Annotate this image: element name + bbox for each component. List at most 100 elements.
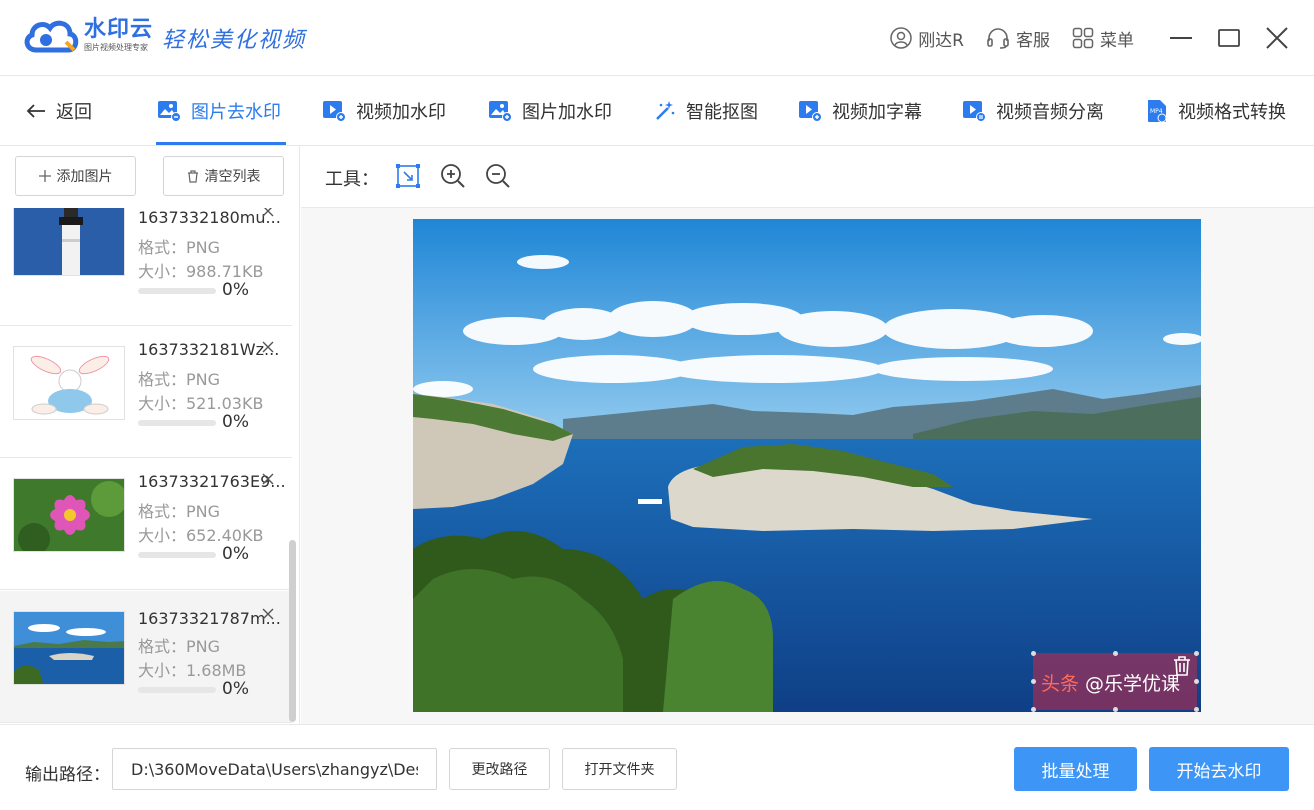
file-thumbnail bbox=[13, 611, 125, 685]
file-thumbnail bbox=[13, 346, 125, 420]
tab-image-add-watermark[interactable]: 图片加水印 bbox=[488, 98, 612, 124]
remove-file-icon[interactable] bbox=[261, 340, 275, 354]
zoom-out-button[interactable] bbox=[484, 162, 512, 190]
file-progress-label: 0% bbox=[222, 544, 249, 564]
fit-window-icon bbox=[396, 164, 420, 188]
preview-image[interactable]: 头条 @乐学优课 bbox=[413, 219, 1201, 712]
back-label: 返回 bbox=[56, 102, 92, 123]
user-name: 刚达R bbox=[918, 30, 964, 51]
menu-button[interactable]: 菜单 bbox=[1072, 26, 1134, 51]
maximize-icon bbox=[1218, 29, 1240, 47]
resize-handle[interactable] bbox=[1113, 707, 1118, 712]
video-subtitle-icon bbox=[799, 101, 822, 122]
resize-handle[interactable] bbox=[1031, 679, 1036, 684]
file-format: 格式：PNG bbox=[138, 370, 221, 389]
tab-label: 视频音频分离 bbox=[996, 102, 1104, 123]
tools-label: 工具： bbox=[325, 169, 379, 190]
zoom-out-icon bbox=[486, 164, 510, 188]
file-name: 1637332181Wz... bbox=[138, 340, 280, 359]
open-folder-button[interactable]: 打开文件夹 bbox=[562, 748, 677, 790]
resize-handle[interactable] bbox=[1194, 651, 1199, 656]
file-list-item[interactable]: 1637332181Wz... 格式：PNG 大小：521.03KB 0% bbox=[0, 326, 292, 458]
file-progress-label: 0% bbox=[222, 679, 249, 699]
cloud-logo-icon bbox=[24, 20, 79, 53]
minimize-icon bbox=[1170, 37, 1192, 39]
app-logo: 水印云 图片视频处理专家 bbox=[22, 16, 153, 56]
fit-to-window-button[interactable] bbox=[394, 162, 422, 190]
add-image-label: 添加图片 bbox=[56, 169, 113, 185]
file-name: 16373321787m... bbox=[138, 609, 281, 628]
headset-icon bbox=[987, 28, 1009, 49]
tab-label: 视频加水印 bbox=[356, 102, 446, 123]
resize-handle[interactable] bbox=[1194, 679, 1199, 684]
user-account-button[interactable]: 刚达R bbox=[890, 26, 964, 51]
tab-label: 图片加水印 bbox=[522, 102, 612, 123]
magic-wand-icon bbox=[656, 101, 675, 120]
batch-process-button[interactable]: 批量处理 bbox=[1014, 747, 1137, 791]
add-image-button[interactable]: 添加图片 bbox=[15, 156, 136, 196]
clear-list-button[interactable]: 清空列表 bbox=[163, 156, 284, 196]
watermark-selection[interactable]: 头条 @乐学优课 bbox=[1031, 651, 1199, 712]
tab-label: 视频加字幕 bbox=[832, 102, 922, 123]
file-thumbnail bbox=[13, 478, 125, 552]
tab-smart-cutout[interactable]: 智能抠图 bbox=[654, 98, 758, 124]
app-window: 水印云 图片视频处理专家 轻松美化视频 刚达R 客服 菜单 返回 图片去水印 视… bbox=[0, 0, 1314, 810]
arrow-left-icon bbox=[26, 104, 45, 118]
minimize-button[interactable] bbox=[1158, 15, 1204, 61]
resize-handle[interactable] bbox=[1113, 651, 1118, 656]
tab-label: 视频格式转换 bbox=[1178, 102, 1286, 123]
file-list-item[interactable]: 16373321763E9... 格式：PNG 大小：652.40KB 0% bbox=[0, 458, 292, 590]
file-progress-label: 0% bbox=[222, 280, 249, 300]
delete-selection-icon[interactable] bbox=[1171, 655, 1193, 677]
plus-icon bbox=[38, 170, 51, 182]
app-slogan: 轻松美化视频 bbox=[162, 28, 307, 53]
tab-video-subtitle[interactable]: 视频加字幕 bbox=[798, 98, 922, 124]
output-path-field[interactable] bbox=[112, 748, 437, 790]
video-add-icon bbox=[323, 101, 346, 122]
file-size: 大小：521.03KB bbox=[138, 394, 264, 413]
clear-list-label: 清空列表 bbox=[204, 169, 261, 185]
service-label: 客服 bbox=[1016, 30, 1050, 51]
resize-handle[interactable] bbox=[1031, 707, 1036, 712]
active-tab-indicator bbox=[156, 142, 286, 145]
close-window-button[interactable] bbox=[1254, 15, 1300, 61]
grid-icon bbox=[1072, 27, 1094, 49]
resize-handle[interactable] bbox=[1194, 707, 1199, 712]
remove-file-icon[interactable] bbox=[261, 208, 275, 218]
watermark-text: 头条 @乐学优课 bbox=[1041, 669, 1180, 696]
customer-service-button[interactable]: 客服 bbox=[986, 26, 1050, 51]
maximize-button[interactable] bbox=[1206, 15, 1252, 61]
file-size: 大小：652.40KB bbox=[138, 526, 264, 545]
remove-file-icon[interactable] bbox=[261, 472, 275, 486]
file-format: 格式：PNG bbox=[138, 502, 221, 521]
file-name: 1637332180mu... bbox=[138, 208, 281, 227]
file-progress-label: 0% bbox=[222, 412, 249, 432]
tab-video-audio-split[interactable]: 视频音频分离 bbox=[962, 98, 1104, 124]
file-thumbnail bbox=[13, 208, 125, 276]
file-list-scrollbar[interactable] bbox=[289, 540, 296, 722]
change-path-button[interactable]: 更改路径 bbox=[449, 748, 550, 790]
start-remove-watermark-button[interactable]: 开始去水印 bbox=[1149, 747, 1289, 791]
tool-row: 工具： bbox=[301, 146, 1314, 208]
file-size: 大小：988.71KB bbox=[138, 262, 264, 281]
remove-file-icon[interactable] bbox=[261, 607, 275, 621]
watermark-part2: @乐学优课 bbox=[1079, 673, 1181, 695]
bottom-bar: 输出路径： 更改路径 打开文件夹 批量处理 开始去水印 bbox=[0, 724, 1314, 810]
tab-video-format-convert[interactable]: MP4 视频格式转换 bbox=[1146, 98, 1286, 124]
file-format: 格式：PNG bbox=[138, 238, 221, 257]
zoom-in-icon bbox=[441, 164, 465, 188]
preview-canvas: 头条 @乐学优课 bbox=[301, 208, 1314, 724]
file-list-item[interactable]: 16373321787m... 格式：PNG 大小：1.68MB 0% bbox=[0, 591, 292, 723]
title-bar: 水印云 图片视频处理专家 轻松美化视频 刚达R 客服 菜单 bbox=[0, 0, 1314, 76]
tab-label: 智能抠图 bbox=[686, 102, 758, 123]
tab-image-remove-watermark[interactable]: 图片去水印 bbox=[157, 98, 281, 124]
trash-icon bbox=[187, 169, 198, 183]
file-list-item[interactable]: 1637332180mu... 格式：PNG 大小：988.71KB 0% bbox=[0, 208, 292, 326]
tab-video-add-watermark[interactable]: 视频加水印 bbox=[322, 98, 446, 124]
resize-handle[interactable] bbox=[1031, 651, 1036, 656]
user-icon bbox=[890, 27, 912, 49]
zoom-in-button[interactable] bbox=[439, 162, 467, 190]
mp4-icon: MP4 bbox=[1148, 100, 1167, 123]
back-button[interactable]: 返回 bbox=[26, 98, 92, 124]
file-list: 1637332180mu... 格式：PNG 大小：988.71KB 0% 16… bbox=[0, 208, 300, 724]
